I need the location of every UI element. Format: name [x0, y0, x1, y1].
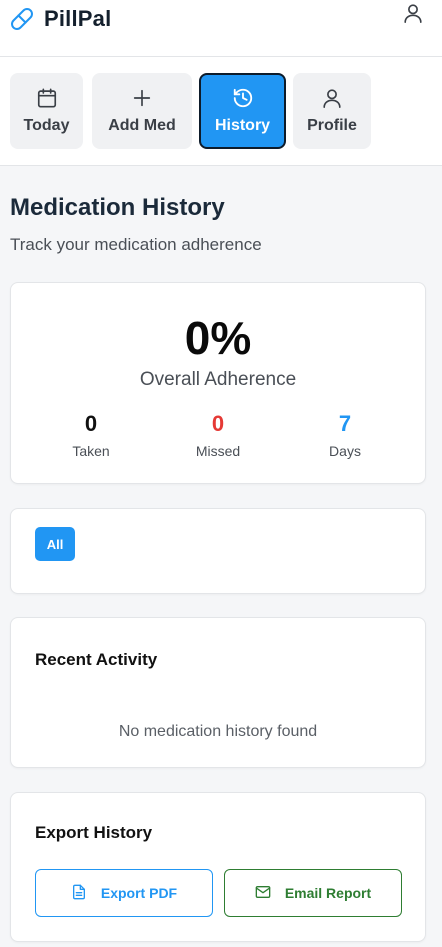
tab-today[interactable]: Today — [10, 73, 83, 149]
calendar-icon — [36, 87, 58, 109]
stat-value: 0 — [84, 411, 98, 436]
adherence-label: Overall Adherence — [139, 369, 297, 390]
stat-missed: 0 Missed — [178, 411, 258, 459]
recent-activity-heading: Recent Activity — [35, 650, 158, 669]
app-name: PillPal — [44, 6, 112, 31]
app-root: PillPal Today Add Med History Profile Me… — [0, 0, 442, 947]
export-heading: Export History — [35, 823, 153, 842]
adherence-percentage: 0% — [184, 312, 252, 364]
tab-history[interactable]: History — [199, 73, 286, 149]
empty-state-text: No medication history found — [118, 723, 318, 740]
stat-value: 7 — [338, 411, 352, 436]
stat-label: Days — [329, 443, 361, 459]
filter-card: All — [10, 508, 426, 594]
history-icon — [232, 87, 254, 109]
user-icon — [402, 2, 424, 29]
export-pdf-button[interactable]: Export PDF — [35, 869, 213, 917]
tab-label: Profile — [307, 117, 357, 134]
user-menu-button[interactable] — [400, 2, 426, 28]
tab-label: History — [214, 117, 271, 134]
page-subtitle: Track your medication adherence — [10, 235, 262, 254]
stat-value: 0 — [211, 411, 225, 436]
user-icon — [321, 87, 343, 109]
export-card: Export History Export PDF Email Report — [10, 792, 426, 942]
app-header: PillPal — [0, 0, 442, 57]
plus-icon — [131, 87, 153, 109]
tab-label: Add Med — [108, 117, 176, 134]
main-nav: Today Add Med History Profile — [0, 57, 442, 166]
mail-icon — [255, 884, 285, 903]
recent-activity-card: Recent Activity No medication history fo… — [10, 617, 426, 768]
tab-label: Today — [23, 117, 70, 134]
stat-taken: 0 Taken — [51, 411, 131, 459]
stat-label: Missed — [195, 443, 241, 459]
pill-icon — [10, 7, 34, 31]
button-label: Email Report — [284, 885, 372, 901]
document-icon — [71, 884, 101, 903]
filter-chip-all[interactable]: All — [35, 527, 75, 561]
adherence-card: 0% Overall Adherence 0 Taken 0 Missed 7 … — [10, 282, 426, 484]
page-title: Medication History — [10, 194, 225, 221]
tab-profile[interactable]: Profile — [293, 73, 371, 149]
stat-days: 7 Days — [305, 411, 385, 459]
email-report-button[interactable]: Email Report — [224, 869, 402, 917]
brand[interactable]: PillPal — [10, 6, 111, 32]
stat-label: Taken — [72, 443, 110, 459]
tab-add-med[interactable]: Add Med — [92, 73, 192, 149]
button-label: Export PDF — [100, 885, 178, 901]
